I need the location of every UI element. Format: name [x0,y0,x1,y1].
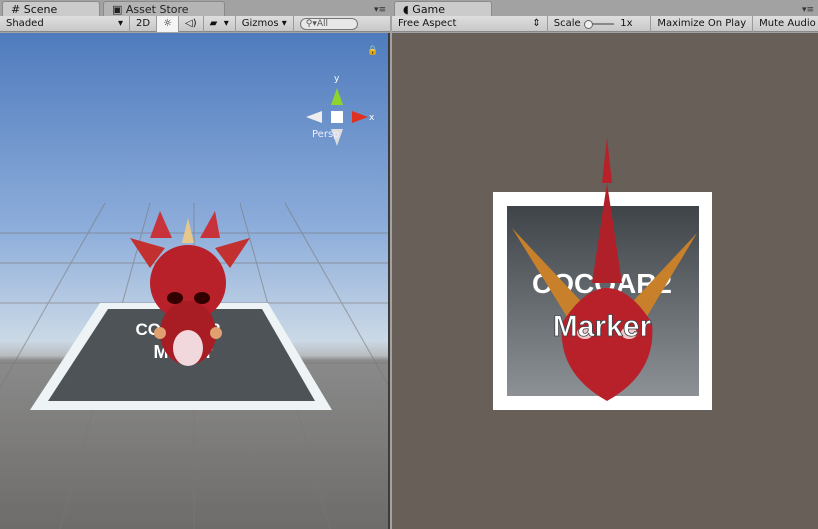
lighting-toggle[interactable]: ☼ [157,15,180,32]
updown-icon: ⇕ [532,18,541,29]
panel-menu-icon[interactable]: ▾≡ [374,5,386,15]
slider-handle[interactable] [583,19,593,29]
scale-slider[interactable]: Scale 1x [548,15,652,32]
image-icon: ▰ [209,18,218,29]
chevron-down-icon: ▾ [117,18,123,29]
aspect-dropdown[interactable]: Free Aspect ⇕ [392,15,548,32]
game-viewport[interactable]: COCOAR2 Marker [392,33,818,529]
pacman-icon: ◖ [403,3,409,16]
maximize-on-play-toggle[interactable]: Maximize On Play [651,15,754,32]
scene-panel: # Scene ▣ Asset Store ▾≡ Shaded ▾ 2D ☼ ◁)… [0,0,390,529]
game-marker-text: Marker [553,310,652,343]
mute-audio-toggle[interactable]: Mute Audio [753,16,818,32]
grid-icon: # [11,3,21,16]
sun-icon: ☼ [163,18,173,29]
game-panel: ◖ Game ▾≡ Free Aspect ⇕ Scale 1x Maximize… [392,0,818,529]
scene-viewport[interactable]: COCOAR2 Marker y x Persp 🔒 [0,33,390,529]
effects-dropdown[interactable]: ▰ ▾ [204,15,236,32]
tab-asset-store[interactable]: ▣ Asset Store [103,1,225,16]
draw-mode-dropdown[interactable]: Shaded ▾ [0,15,130,32]
audio-toggle[interactable]: ◁) [179,15,204,32]
svg-text:Persp: Persp [312,129,340,140]
speaker-icon: ◁) [185,18,197,29]
gizmos-dropdown[interactable]: Gizmos ▾ [236,15,294,32]
2d-toggle[interactable]: 2D [130,15,158,32]
store-icon: ▣ [112,3,123,16]
search-input[interactable]: ⚲▾All [299,17,358,30]
panel-menu-icon[interactable]: ▾≡ [802,5,814,15]
orientation-gizmo[interactable]: y x Persp 🔒 [306,45,378,146]
chevron-down-icon: ▾ [223,18,229,29]
tab-game[interactable]: ◖ Game [394,1,492,16]
svg-text:y: y [334,74,340,84]
lock-icon[interactable]: 🔒 [367,45,378,56]
svg-text:x: x [369,113,375,123]
tab-scene[interactable]: # Scene [2,1,100,16]
